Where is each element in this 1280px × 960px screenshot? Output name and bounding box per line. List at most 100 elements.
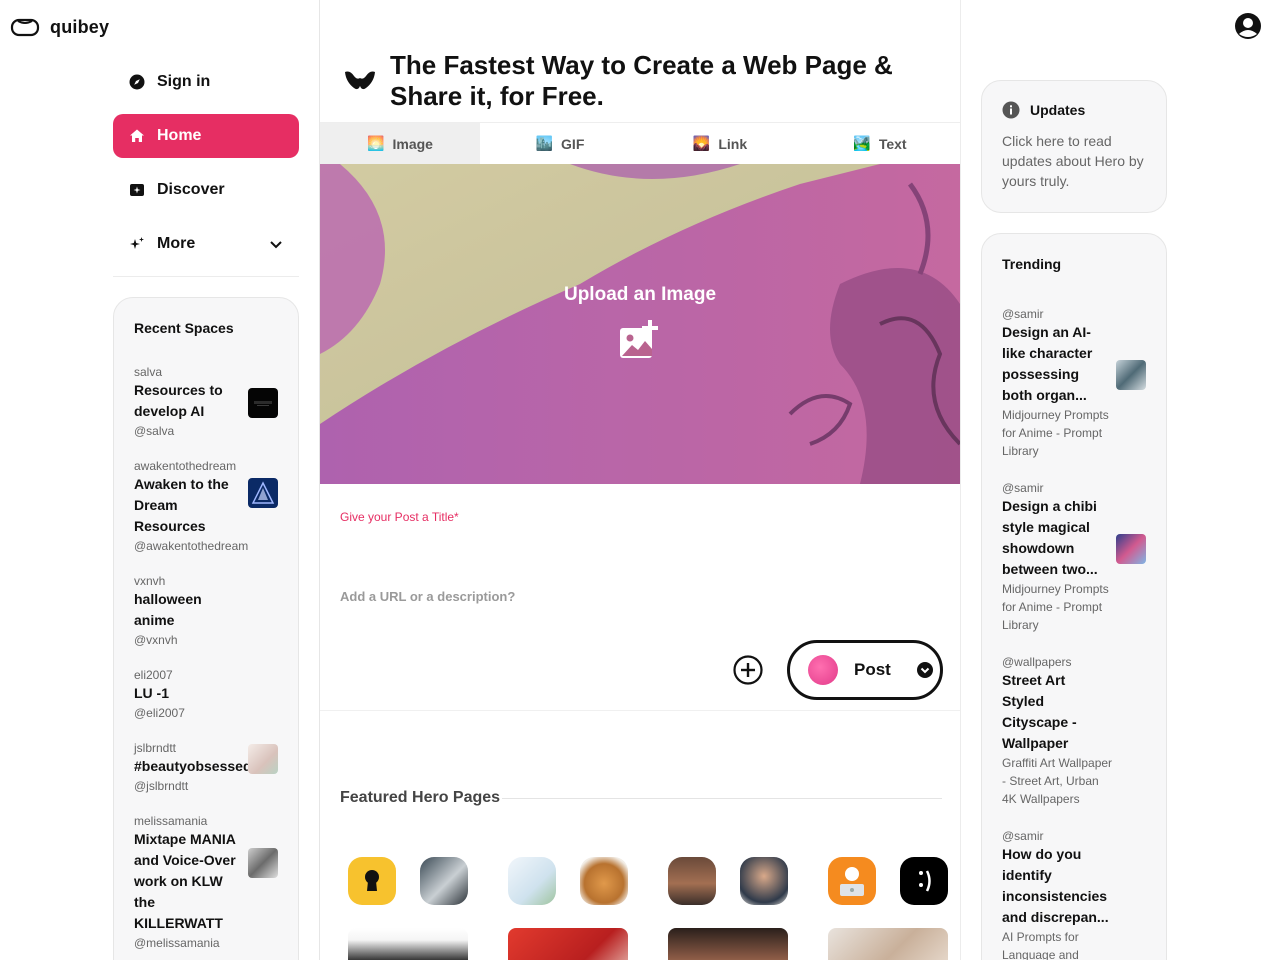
featured-page-card[interactable]	[668, 928, 788, 960]
tab-link[interactable]: 🌄 Link	[640, 123, 800, 164]
nav-discover[interactable]: Discover	[113, 168, 299, 212]
tab-text[interactable]: 🏞️ Text	[800, 123, 960, 164]
trending-title: Trending	[1002, 256, 1062, 272]
space-owner: salva	[134, 365, 163, 379]
text-tab-icon: 🏞️	[853, 135, 871, 151]
nav-home-label: Home	[157, 127, 202, 144]
trending-item[interactable]: @wallpapers Street Art Styled Cityscape …	[1002, 654, 1146, 808]
sidebar-nav: Sign in Home Discover More	[113, 60, 299, 277]
nav-home[interactable]: Home	[113, 114, 299, 158]
featured-page-tile[interactable]	[740, 857, 788, 905]
add-block-button[interactable]	[733, 655, 763, 685]
featured-page-card[interactable]	[348, 928, 468, 960]
recent-spaces-title: Recent Spaces	[134, 320, 234, 336]
recent-space-item[interactable]: awakentothedream Awaken to the Dream Res…	[134, 458, 278, 555]
home-icon	[130, 129, 144, 142]
recent-space-item[interactable]: melissamania Mixtape MANIA and Voice-Ove…	[134, 813, 278, 952]
page-title: The Fastest Way to Create a Web Page & S…	[390, 50, 893, 111]
space-owner: vxnvh	[134, 574, 166, 588]
compass-icon	[129, 74, 145, 90]
trend-subtitle: Midjourney Prompts for Anime - Prompt Li…	[1002, 408, 1109, 458]
chevron-down-circle-icon[interactable]	[916, 662, 933, 678]
trending-item[interactable]: @samir How do you identify inconsistenci…	[1002, 828, 1146, 960]
chevron-down-icon	[270, 241, 282, 249]
recent-space-item[interactable]: salva Resources to develop AI @salva	[134, 364, 278, 440]
featured-page-card[interactable]	[508, 928, 628, 960]
featured-page-tile[interactable]	[828, 857, 876, 905]
post-title-field[interactable]: Give your Post a Title*	[340, 510, 459, 524]
trending-item[interactable]: @samir Design a chibi style magical show…	[1002, 480, 1146, 634]
thumb-art-icon	[251, 481, 275, 504]
trend-author: @wallpapers	[1002, 655, 1072, 669]
trending-item[interactable]: @samir Design an AI-like character posse…	[1002, 306, 1146, 460]
updates-header: Updates	[1002, 101, 1146, 119]
tab-text-label: Text	[878, 135, 907, 152]
post-avatar	[808, 655, 838, 685]
nav-discover-label: Discover	[157, 181, 225, 198]
featured-page-tile[interactable]	[668, 857, 716, 905]
trend-author: @samir	[1002, 829, 1044, 843]
featured-page-tile[interactable]	[348, 857, 396, 905]
featured-page-tile[interactable]	[508, 857, 556, 905]
updates-body: Click here to read updates about Hero by…	[1002, 133, 1144, 189]
trend-title: Street Art Styled Cityscape - Wallpaper	[1002, 672, 1077, 751]
main-column: The Fastest Way to Create a Web Page & S…	[320, 0, 960, 960]
nav-more[interactable]: More	[113, 222, 299, 266]
space-handle: @jslbrndtt	[134, 779, 189, 793]
description-field[interactable]: Add a URL or a description?	[340, 589, 515, 604]
sparkle-icon	[130, 237, 144, 249]
brand[interactable]: quibey	[10, 12, 109, 42]
tab-gif-label: GIF	[561, 135, 585, 152]
featured-divider	[502, 798, 942, 799]
nav-sign-in-label: Sign in	[157, 73, 211, 90]
featured-page-tile[interactable]	[420, 857, 468, 905]
space-title: Mixtape MANIA and Voice-Over work on KLW…	[134, 831, 236, 931]
post-button-label: Post	[854, 660, 891, 679]
keyhole-icon	[365, 870, 379, 891]
space-owner: eli2007	[134, 668, 173, 682]
featured-title: Featured Hero Pages	[340, 789, 501, 806]
space-thumbnail	[248, 478, 278, 508]
nav-sign-in[interactable]: Sign in	[113, 60, 299, 104]
discover-icon	[130, 184, 144, 196]
thumb-art-icon	[254, 401, 272, 406]
upload-label: Upload an Image	[563, 284, 717, 305]
trending-panel: Trending @samir Design an AI-like charac…	[981, 233, 1167, 960]
trend-subtitle: Graffiti Art Wallpaper - Street Art, Urb…	[1002, 756, 1113, 806]
info-icon	[1002, 101, 1020, 119]
wink-face-icon	[919, 870, 931, 892]
form-divider	[320, 710, 960, 711]
space-handle: @vxnvh	[134, 633, 178, 647]
image-tab-icon: 🌅	[367, 135, 385, 151]
tab-link-label: Link	[718, 135, 748, 152]
updates-card[interactable]: Updates Click here to read updates about…	[981, 80, 1167, 213]
nav-divider	[113, 276, 299, 277]
space-handle: @eli2007	[134, 706, 185, 720]
recent-space-item[interactable]: eli2007 LU -1 @eli2007	[134, 667, 278, 722]
post-button[interactable]: Post	[787, 640, 943, 700]
featured-page-tile[interactable]	[580, 857, 628, 905]
space-handle: @melissamania	[134, 936, 220, 950]
page-heading: The Fastest Way to Create a Web Page & S…	[344, 50, 950, 112]
tab-image-label: Image	[392, 135, 433, 152]
right-divider	[960, 0, 961, 960]
space-thumbnail	[248, 388, 278, 418]
trend-subtitle: AI Prompts for Language and Translation …	[1002, 930, 1079, 960]
featured-page-card[interactable]	[828, 928, 948, 960]
brand-name: quibey	[50, 16, 110, 37]
post-type-tabs: 🌅 Image 🏙️ GIF 🌄 Link 🏞️ Text	[320, 122, 960, 164]
account-icon[interactable]	[1234, 12, 1262, 40]
nav-more-label: More	[157, 235, 196, 252]
space-handle: @salva	[134, 424, 175, 438]
image-upload-dropzone[interactable]: Upload an Image	[320, 164, 960, 484]
space-owner: awakentothedream	[134, 459, 237, 473]
hero-logo-icon	[345, 71, 375, 90]
tab-image[interactable]: 🌅 Image	[320, 123, 480, 164]
featured-page-tile[interactable]	[900, 857, 948, 905]
trend-author: @samir	[1002, 307, 1044, 321]
recent-space-item[interactable]: vxnvh halloween anime @vxnvh	[134, 573, 278, 649]
trend-subtitle: Midjourney Prompts for Anime - Prompt Li…	[1002, 582, 1109, 632]
app-root: quibey Sign in Home Discover More Recent…	[0, 0, 1280, 960]
recent-space-item[interactable]: jslbrndtt #beautyobsessed @jslbrndtt	[134, 740, 278, 795]
tab-gif[interactable]: 🏙️ GIF	[480, 123, 640, 164]
